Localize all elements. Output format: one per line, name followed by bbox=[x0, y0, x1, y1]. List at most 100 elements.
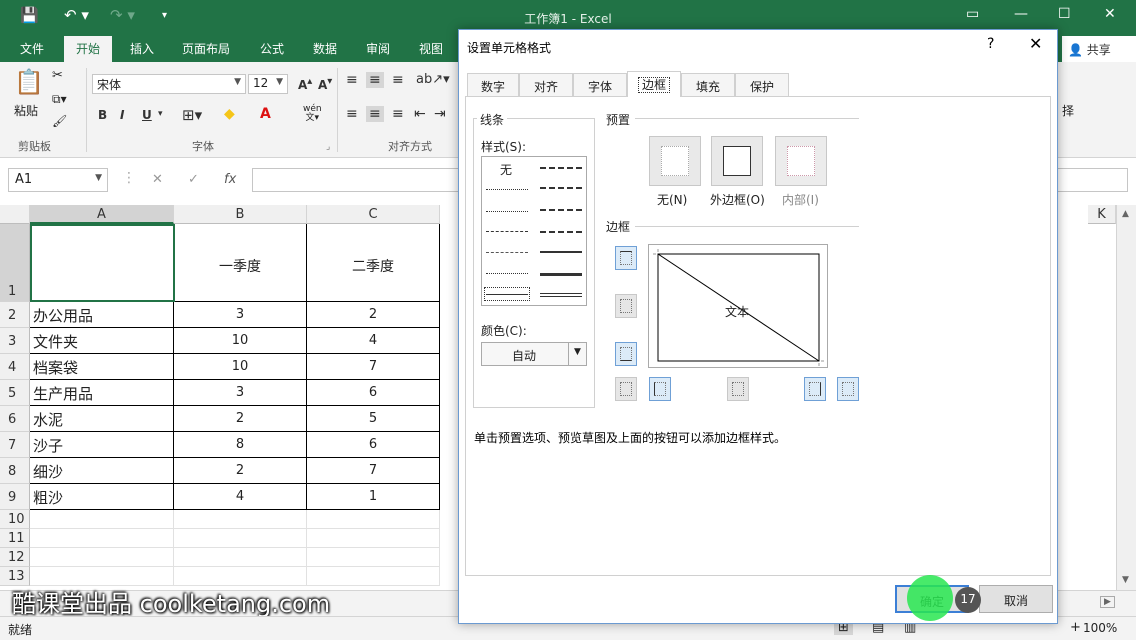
border-bottom-button[interactable] bbox=[615, 342, 637, 366]
scroll-up-icon[interactable]: ▲ bbox=[1122, 209, 1129, 219]
line-style-option[interactable] bbox=[486, 189, 528, 190]
table-cell[interactable]: 10 bbox=[174, 328, 307, 354]
table-cell[interactable]: 生产用品 bbox=[30, 380, 174, 406]
bold-button[interactable]: B bbox=[98, 108, 107, 122]
table-cell[interactable]: 办公用品 bbox=[30, 302, 174, 328]
cut-icon[interactable]: ✂ bbox=[52, 68, 63, 83]
phonetic-icon[interactable]: wén 文▾ bbox=[303, 105, 322, 123]
table-cell[interactable]: 2 bbox=[174, 458, 307, 484]
border-icon[interactable]: ⊞▾ bbox=[182, 106, 202, 124]
line-style-list[interactable]: 无 bbox=[481, 156, 587, 306]
grid-cell[interactable] bbox=[307, 548, 440, 567]
zoom-level[interactable]: 100% bbox=[1083, 621, 1117, 635]
select-all-corner[interactable] bbox=[0, 205, 30, 224]
underline-button[interactable]: U bbox=[142, 108, 152, 122]
row-header[interactable]: 4 bbox=[0, 354, 30, 380]
italic-button[interactable]: I bbox=[120, 108, 124, 122]
orientation-icon[interactable]: ab↗▾ bbox=[416, 72, 450, 87]
table-cell[interactable]: 10 bbox=[174, 354, 307, 380]
font-size-combo[interactable]: 12 ▼ bbox=[248, 74, 288, 94]
decrease-indent-icon[interactable]: ⇤ bbox=[414, 106, 426, 122]
grid-cell[interactable] bbox=[307, 529, 440, 548]
table-cell[interactable]: 3 bbox=[174, 302, 307, 328]
line-style-option[interactable] bbox=[540, 209, 582, 211]
cell-c1[interactable]: 二季度 bbox=[307, 224, 440, 302]
dialog-tab-border[interactable]: 边框 bbox=[627, 71, 681, 97]
grid-cell[interactable] bbox=[30, 548, 174, 567]
line-style-option[interactable] bbox=[540, 231, 582, 233]
dialog-tab-number[interactable]: 数字 bbox=[467, 73, 519, 97]
table-cell[interactable]: 6 bbox=[307, 432, 440, 458]
copy-icon[interactable]: ⧉▾ bbox=[52, 92, 67, 107]
close-icon[interactable]: ✕ bbox=[1029, 34, 1042, 53]
share-button[interactable]: 👤 共享 bbox=[1062, 36, 1136, 62]
table-cell[interactable]: 6 bbox=[307, 380, 440, 406]
font-name-combo[interactable]: 宋体 ▼ bbox=[92, 74, 246, 94]
table-cell[interactable]: 粗沙 bbox=[30, 484, 174, 510]
line-style-option[interactable] bbox=[540, 251, 582, 253]
scroll-down-icon[interactable]: ▼ bbox=[1122, 575, 1129, 585]
minimize-icon[interactable]: — bbox=[1014, 6, 1028, 22]
insert-function-icon[interactable]: fx bbox=[224, 172, 236, 187]
increase-font-icon[interactable]: A▴ bbox=[298, 76, 312, 92]
line-style-option[interactable] bbox=[540, 167, 582, 169]
preset-none-button[interactable] bbox=[649, 136, 701, 186]
grid-cell[interactable] bbox=[30, 529, 174, 548]
row-header[interactable]: 8 bbox=[0, 458, 30, 484]
align-bottom-icon[interactable]: ≡ bbox=[392, 72, 404, 88]
vertical-scrollbar[interactable]: ▲ ▼ bbox=[1116, 205, 1136, 590]
align-center-icon[interactable]: ≡ bbox=[366, 106, 384, 122]
row-header[interactable]: 12 bbox=[0, 548, 30, 567]
preset-outline-button[interactable] bbox=[711, 136, 763, 186]
line-color-select[interactable]: 自动 ▼ bbox=[481, 342, 587, 366]
table-cell[interactable]: 7 bbox=[307, 354, 440, 380]
table-cell[interactable]: 4 bbox=[307, 328, 440, 354]
column-header-b[interactable]: B bbox=[174, 205, 307, 224]
align-middle-icon[interactable]: ≡ bbox=[366, 72, 384, 88]
row-header[interactable]: 10 bbox=[0, 510, 30, 529]
align-top-icon[interactable]: ≡ bbox=[346, 72, 358, 88]
table-cell[interactable]: 5 bbox=[307, 406, 440, 432]
table-cell[interactable]: 8 bbox=[174, 432, 307, 458]
column-header-a[interactable]: A bbox=[30, 205, 174, 224]
line-style-option[interactable] bbox=[486, 252, 528, 253]
format-painter-icon[interactable]: 🖌 bbox=[52, 114, 67, 128]
line-style-option[interactable] bbox=[486, 294, 528, 295]
border-inside-horizontal-button[interactable] bbox=[615, 294, 637, 318]
row-header[interactable]: 1 bbox=[0, 224, 30, 302]
cell-b1[interactable]: 一季度 bbox=[174, 224, 307, 302]
table-cell[interactable]: 沙子 bbox=[30, 432, 174, 458]
tab-insert[interactable]: 插入 bbox=[130, 40, 154, 57]
row-header[interactable]: 9 bbox=[0, 484, 30, 510]
dialog-tab-fill[interactable]: 填充 bbox=[681, 73, 735, 97]
close-window-icon[interactable]: ✕ bbox=[1104, 6, 1116, 22]
preset-inside-label[interactable]: 内部(I) bbox=[782, 191, 819, 208]
tab-review[interactable]: 审阅 bbox=[366, 40, 390, 57]
grid-cell[interactable] bbox=[174, 510, 307, 529]
row-header[interactable]: 6 bbox=[0, 406, 30, 432]
row-header[interactable]: 2 bbox=[0, 302, 30, 328]
border-preview[interactable]: 文本 bbox=[648, 244, 828, 368]
table-cell[interactable]: 档案袋 bbox=[30, 354, 174, 380]
name-box[interactable]: A1 ▼ bbox=[8, 168, 108, 192]
line-style-none[interactable]: 无 bbox=[500, 161, 512, 178]
border-top-button[interactable] bbox=[615, 246, 637, 270]
row-header[interactable]: 5 bbox=[0, 380, 30, 406]
tab-formulas[interactable]: 公式 bbox=[260, 40, 284, 57]
maximize-icon[interactable]: ☐ bbox=[1058, 6, 1071, 22]
grid-cell[interactable] bbox=[174, 548, 307, 567]
cancel-entry-icon[interactable]: ✕ bbox=[152, 172, 163, 187]
table-cell[interactable]: 2 bbox=[174, 406, 307, 432]
align-left-icon[interactable]: ≡ bbox=[346, 106, 358, 122]
border-right-button[interactable] bbox=[804, 377, 826, 401]
paste-button[interactable]: 粘贴 bbox=[14, 102, 38, 119]
tab-data[interactable]: 数据 bbox=[313, 40, 337, 57]
cancel-button[interactable]: 取消 bbox=[979, 585, 1053, 613]
column-header-k[interactable]: K bbox=[1088, 205, 1116, 224]
border-inside-vertical-button[interactable] bbox=[727, 377, 749, 401]
line-style-option[interactable] bbox=[486, 231, 528, 232]
dialog-tab-protection[interactable]: 保护 bbox=[735, 73, 789, 97]
grid-cell[interactable] bbox=[174, 529, 307, 548]
table-cell[interactable]: 1 bbox=[307, 484, 440, 510]
row-header[interactable]: 3 bbox=[0, 328, 30, 354]
